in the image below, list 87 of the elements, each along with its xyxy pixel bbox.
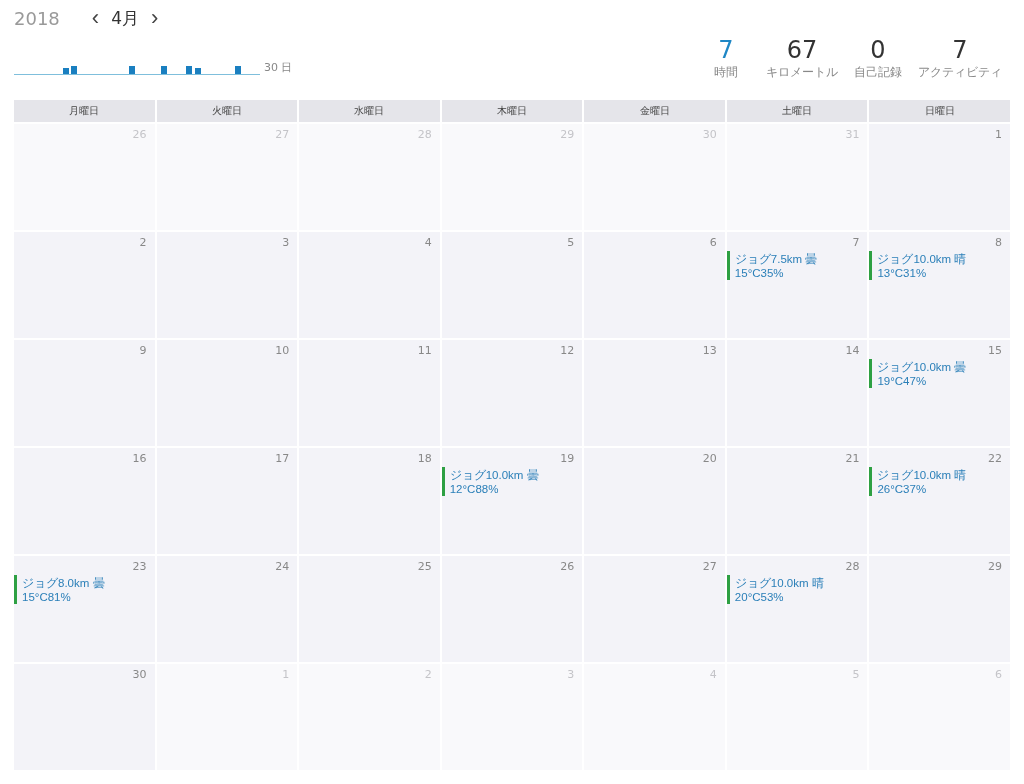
day-number: 10 xyxy=(275,344,290,357)
day-cell[interactable]: 1 xyxy=(869,124,1010,230)
day-cell[interactable]: 15 ジョグ10.0km 曇19°C47% xyxy=(869,340,1010,446)
day-number: 9 xyxy=(139,344,147,357)
weekday-header: 土曜日 xyxy=(726,100,868,122)
day-number: 3 xyxy=(282,236,290,249)
activity-entry[interactable]: ジョグ10.0km 晴26°C37% xyxy=(869,467,1002,496)
day-cell[interactable]: 12 xyxy=(441,340,583,446)
day-cell[interactable]: 19 ジョグ10.0km 曇12°C88% xyxy=(441,448,583,554)
day-number: 21 xyxy=(845,452,860,465)
day-number: 22 xyxy=(988,452,1002,465)
sparkline-label: 30 日 xyxy=(264,60,293,75)
day-cell[interactable]: 7 ジョグ7.5km 曇15°C35% xyxy=(726,232,868,338)
day-number: 30 xyxy=(132,668,147,681)
day-number: 26 xyxy=(560,560,575,573)
day-cell[interactable]: 2 xyxy=(14,232,155,338)
activity-entry[interactable]: ジョグ10.0km 晴20°C53% xyxy=(726,575,860,604)
day-number: 2 xyxy=(139,236,147,249)
day-number: 18 xyxy=(417,452,432,465)
stat-label: 自己記録 xyxy=(854,64,902,81)
stat-value: 7 xyxy=(718,36,734,64)
day-number: 8 xyxy=(995,236,1002,249)
activity-entry[interactable]: ジョグ8.0km 曇15°C81% xyxy=(14,575,147,604)
day-number: 11 xyxy=(417,344,432,357)
day-number: 6 xyxy=(709,236,717,249)
day-number: 5 xyxy=(567,236,575,249)
day-cell[interactable]: 11 xyxy=(299,340,440,446)
day-number: 14 xyxy=(845,344,860,357)
weekday-header: 金曜日 xyxy=(584,100,725,122)
stat-value: 7 xyxy=(952,36,968,64)
year-label: 2018 xyxy=(14,7,60,29)
day-cell[interactable]: 26 xyxy=(441,556,583,662)
day-number: 17 xyxy=(275,452,290,465)
next-month-button[interactable]: › xyxy=(148,7,161,29)
stat-value: 67 xyxy=(786,36,818,64)
day-cell[interactable]: 27 xyxy=(584,556,725,662)
activity-entry[interactable]: ジョグ10.0km 曇19°C47% xyxy=(869,359,1002,388)
day-number: 15 xyxy=(988,344,1002,357)
day-number: 28 xyxy=(845,560,860,573)
day-cell[interactable]: 9 xyxy=(14,340,155,446)
day-cell[interactable]: 17 xyxy=(156,448,298,554)
day-number: 4 xyxy=(424,236,432,249)
day-cell[interactable]: 4 xyxy=(299,232,440,338)
day-cell[interactable]: 25 xyxy=(299,556,440,662)
day-cell[interactable]: 5 xyxy=(441,232,583,338)
previous-month-button[interactable]: ‹ xyxy=(89,7,102,29)
day-number: 25 xyxy=(417,560,432,573)
activity-entry[interactable]: ジョグ10.0km 晴13°C31% xyxy=(869,251,1002,280)
day-cell[interactable]: 8 ジョグ10.0km 晴13°C31% xyxy=(869,232,1010,338)
day-cell[interactable]: 3 xyxy=(156,232,298,338)
month-label: 4月 xyxy=(111,6,139,30)
day-number: 13 xyxy=(702,344,717,357)
weekday-header: 水曜日 xyxy=(299,100,440,122)
day-number: 1 xyxy=(995,128,1002,141)
day-cell[interactable]: 6 xyxy=(584,232,725,338)
day-number: 12 xyxy=(560,344,575,357)
weekday-header: 月曜日 xyxy=(14,100,155,122)
day-cell[interactable]: 24 xyxy=(156,556,298,662)
activity-entry[interactable]: ジョグ10.0km 曇12°C88% xyxy=(441,467,575,496)
day-cell[interactable]: 14 xyxy=(726,340,868,446)
day-number: 16 xyxy=(132,452,147,465)
day-cell[interactable]: 30 xyxy=(14,664,155,770)
day-cell[interactable]: 16 xyxy=(14,448,155,554)
day-cell[interactable]: 22 ジョグ10.0km 晴26°C37% xyxy=(869,448,1010,554)
day-number: 20 xyxy=(702,452,717,465)
stat-label: キロメートル xyxy=(766,64,838,81)
day-cell[interactable]: 23 ジョグ8.0km 曇15°C81% xyxy=(14,556,155,662)
day-number: 7 xyxy=(852,236,860,249)
stat-value: 0 xyxy=(870,36,886,64)
day-cell[interactable]: 18 xyxy=(299,448,440,554)
day-cell[interactable]: 28 ジョグ10.0km 晴20°C53% xyxy=(726,556,868,662)
stat-label: 時間 xyxy=(714,64,738,81)
day-cell[interactable]: 20 xyxy=(584,448,725,554)
day-cell[interactable]: 10 xyxy=(156,340,298,446)
weekday-header: 日曜日 xyxy=(869,100,1010,122)
day-cell[interactable]: 29 xyxy=(869,556,1010,662)
day-number: 24 xyxy=(275,560,290,573)
day-number: 23 xyxy=(132,560,147,573)
day-number: 27 xyxy=(702,560,717,573)
day-cell[interactable]: 13 xyxy=(584,340,725,446)
weekday-header: 木曜日 xyxy=(441,100,583,122)
day-number: 29 xyxy=(988,560,1002,573)
day-number: 19 xyxy=(560,452,575,465)
activity-entry[interactable]: ジョグ7.5km 曇15°C35% xyxy=(726,251,860,280)
stat-label: アクティビティ xyxy=(918,64,1002,81)
weekday-header: 火曜日 xyxy=(156,100,298,122)
day-cell[interactable]: 21 xyxy=(726,448,868,554)
